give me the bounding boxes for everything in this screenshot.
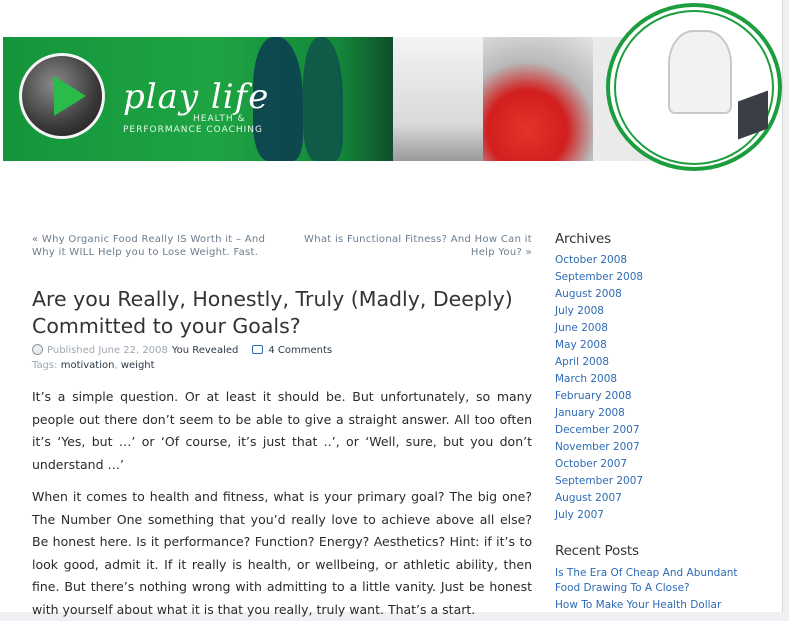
tag-link[interactable]: motivation [61, 360, 115, 371]
page: play life HEALTH & PERFORMANCE COACHING … [0, 0, 783, 617]
next-post-link[interactable]: What is Functional Fitness? And How Can … [288, 233, 532, 259]
photo-businessman-backbend [668, 30, 732, 114]
archive-link[interactable]: July 2007 [555, 508, 643, 525]
post-title[interactable]: Are you Really, Honestly, Truly (Madly, … [32, 286, 532, 340]
author-link[interactable]: You Revealed [172, 345, 239, 356]
published-date: Published June 22, 2008 [47, 345, 168, 356]
recent-post-link[interactable]: How To Make Your Health Dollar [555, 598, 765, 613]
recent-posts-list: Is The Era Of Cheap And Abundant Food Dr… [555, 566, 765, 615]
photo-exercise-ball [483, 37, 593, 161]
post-paragraph: When it comes to health and fitness, wha… [32, 489, 532, 617]
archive-link[interactable]: January 2008 [555, 406, 643, 423]
archive-link[interactable]: September 2008 [555, 270, 643, 287]
post-tags: Tags: motivation, weight [32, 360, 155, 371]
tags-label: Tags: [32, 360, 58, 371]
archive-link[interactable]: April 2008 [555, 355, 643, 372]
brand-title: play life [123, 77, 270, 117]
recent-posts-heading: Recent Posts [555, 543, 639, 559]
archive-link[interactable]: December 2007 [555, 423, 643, 440]
banner-background [3, 37, 703, 161]
archive-link[interactable]: November 2007 [555, 440, 643, 457]
archive-link[interactable]: October 2008 [555, 253, 643, 270]
play-triangle-icon [54, 76, 86, 116]
archive-link[interactable]: February 2008 [555, 389, 643, 406]
archive-link[interactable]: August 2008 [555, 287, 643, 304]
archive-link[interactable]: August 2007 [555, 491, 643, 508]
clock-icon [32, 344, 43, 355]
archive-link[interactable]: June 2008 [555, 321, 643, 338]
previous-post-link[interactable]: « Why Organic Food Really IS Worth it – … [32, 233, 284, 259]
tag-link[interactable]: weight [121, 360, 155, 371]
post-meta: Published June 22, 2008 You Revealed 4 Com… [32, 344, 332, 356]
runner-silhouette [303, 37, 343, 161]
archive-link[interactable]: May 2008 [555, 338, 643, 355]
play-logo-icon [19, 53, 105, 139]
brand-subtitle-line2: PERFORMANCE COACHING [123, 125, 263, 135]
archive-link[interactable]: July 2008 [555, 304, 643, 321]
archives-list: October 2008 September 2008 August 2008 … [555, 253, 643, 525]
header-banner[interactable]: play life HEALTH & PERFORMANCE COACHING [3, 37, 703, 161]
archive-link[interactable]: September 2007 [555, 474, 643, 491]
comment-icon [252, 345, 264, 354]
archive-link[interactable]: March 2008 [555, 372, 643, 389]
photo-woman-weights [393, 37, 483, 161]
post-paragraph: It’s a simple question. Or at least it s… [32, 389, 532, 472]
recent-post-link[interactable]: Is The Era Of Cheap And Abundant Food Dr… [555, 566, 765, 596]
archives-heading: Archives [555, 231, 611, 247]
comments-link[interactable]: 4 Comments [268, 345, 332, 356]
archive-link[interactable]: October 2007 [555, 457, 643, 474]
brand-subtitle-line1: HEALTH & [193, 114, 246, 124]
